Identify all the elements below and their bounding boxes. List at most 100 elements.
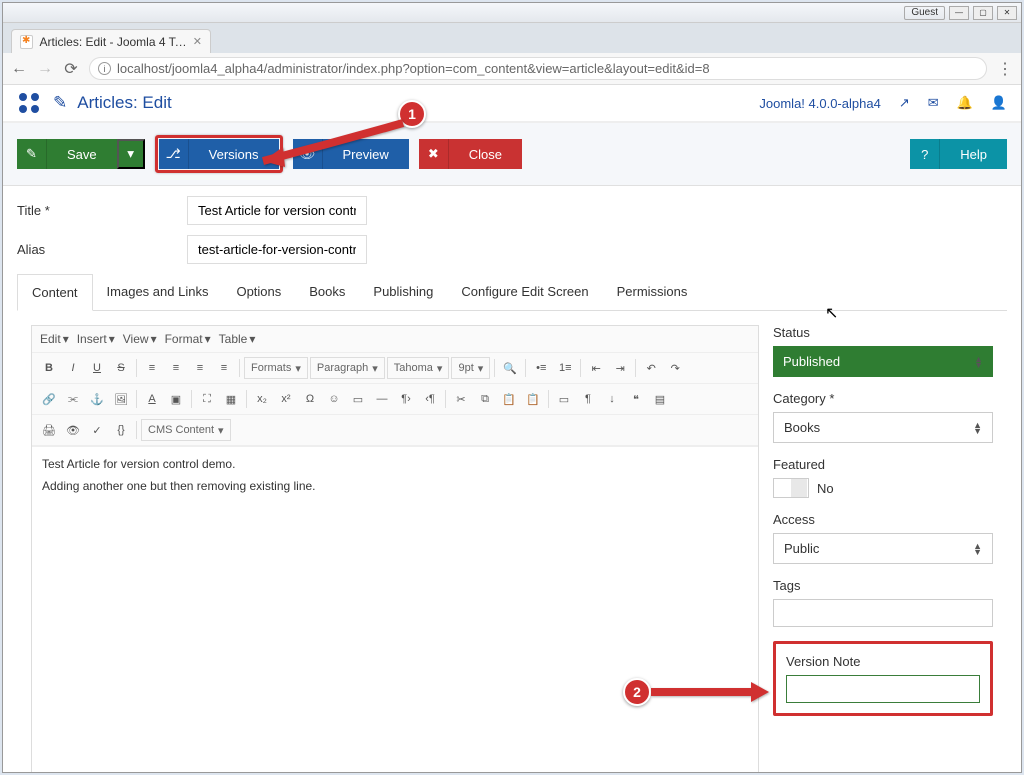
spell-icon[interactable]: ✓ [86, 419, 108, 441]
bold-icon[interactable]: B [38, 357, 60, 379]
align-justify-icon[interactable]: ≡ [213, 357, 235, 379]
close-icon: ✖ [419, 139, 449, 169]
table-icon[interactable]: ▦ [220, 388, 242, 410]
tab-books[interactable]: Books [295, 274, 359, 310]
hr-icon[interactable]: — [371, 388, 393, 410]
paste-icon[interactable]: 📋 [498, 388, 520, 410]
paragraph-select[interactable]: Paragraph ▾ [310, 357, 385, 379]
bullet-list-icon[interactable]: •≡ [530, 357, 552, 379]
external-link-icon[interactable]: ↗ [899, 95, 910, 111]
close-window-button[interactable]: ✕ [997, 6, 1017, 20]
save-button[interactable]: ✎ Save [17, 139, 117, 169]
align-right-icon[interactable]: ≡ [189, 357, 211, 379]
cms-content-select[interactable]: CMS Content ▾ [141, 419, 231, 441]
text-color-icon[interactable]: A [141, 388, 163, 410]
paste-text-icon[interactable]: 📋 [522, 388, 544, 410]
url-input[interactable]: i localhost/joomla4_alpha4/administrator… [89, 57, 987, 80]
editor-toolbar-3: 🖨 👁 ✓ {} CMS Content ▾ [32, 415, 758, 446]
help-label: Help [940, 147, 1007, 162]
show-blocks-icon[interactable]: ▭ [553, 388, 575, 410]
alias-input[interactable] [187, 235, 367, 264]
close-button[interactable]: ✖ Close [419, 139, 522, 169]
os-titlebar: Guest — ▢ ✕ [3, 3, 1021, 23]
quote-icon[interactable]: ❝ [625, 388, 647, 410]
tab-publishing[interactable]: Publishing [359, 274, 447, 310]
close-tab-icon[interactable]: ✕ [193, 35, 202, 48]
browser-tab[interactable]: Articles: Edit - Joomla 4 Te… ✕ [11, 29, 211, 53]
media-icon[interactable]: ▭ [347, 388, 369, 410]
copy-icon[interactable]: ⧉ [474, 388, 496, 410]
back-icon[interactable]: ← [11, 60, 27, 78]
undo-icon[interactable]: ↶ [640, 357, 662, 379]
save-dropdown-button[interactable]: ▾ [117, 139, 145, 169]
bg-color-icon[interactable]: ▣ [165, 388, 187, 410]
browser-tabstrip: Articles: Edit - Joomla 4 Te… ✕ [3, 23, 1021, 53]
menu-table[interactable]: Table ▾ [219, 332, 256, 346]
strike-icon[interactable]: S [110, 357, 132, 379]
print-icon[interactable]: 🖨 [38, 419, 60, 441]
subscript-icon[interactable]: x₂ [251, 388, 273, 410]
indent-icon[interactable]: ⇥ [609, 357, 631, 379]
menu-edit[interactable]: Edit ▾ [40, 332, 69, 346]
status-label: Status [773, 325, 993, 340]
category-select[interactable]: Books ▲▼ [773, 412, 993, 443]
arrow-1 [243, 113, 413, 166]
fontsize-select[interactable]: 9pt ▾ [451, 357, 490, 379]
minimize-window-button[interactable]: — [949, 6, 969, 20]
font-select[interactable]: Tahoma ▾ [387, 357, 450, 379]
image-icon[interactable]: 🖼 [110, 388, 132, 410]
pilcrow-icon[interactable]: ¶ [577, 388, 599, 410]
bell-icon[interactable]: 🔔 [957, 95, 973, 111]
link-icon[interactable]: 🔗 [38, 388, 60, 410]
redo-icon[interactable]: ↷ [664, 357, 686, 379]
sidebar: Status Published ▲▼ Category * Books ▲▼ [773, 325, 993, 772]
formats-select[interactable]: Formats ▾ [244, 357, 308, 379]
version-note-input[interactable] [786, 675, 980, 703]
down-icon[interactable]: ↓ [601, 388, 623, 410]
forward-icon[interactable]: → [37, 60, 53, 78]
underline-icon[interactable]: U [86, 357, 108, 379]
align-left-icon[interactable]: ≡ [141, 357, 163, 379]
access-select[interactable]: Public ▲▼ [773, 533, 993, 564]
preview-icon[interactable]: 👁 [62, 419, 84, 441]
menu-insert[interactable]: Insert ▾ [77, 332, 115, 346]
mail-icon[interactable]: ✉ [928, 95, 939, 111]
ltr-icon[interactable]: ¶› [395, 388, 417, 410]
rtl-icon[interactable]: ‹¶ [419, 388, 441, 410]
code-icon[interactable]: {} [110, 419, 132, 441]
tab-configure-edit[interactable]: Configure Edit Screen [447, 274, 602, 310]
user-icon[interactable]: 👤 [991, 95, 1007, 111]
maximize-window-button[interactable]: ▢ [973, 6, 993, 20]
fullscreen-icon[interactable]: ⛶ [196, 388, 218, 410]
tags-input[interactable] [773, 599, 993, 627]
help-button[interactable]: ? Help [910, 139, 1007, 169]
save-label: Save [47, 147, 117, 162]
tab-content[interactable]: Content [17, 274, 93, 311]
italic-icon[interactable]: I [62, 357, 84, 379]
status-select[interactable]: Published ▲▼ [773, 346, 993, 377]
superscript-icon[interactable]: x² [275, 388, 297, 410]
emoji-icon[interactable]: ☺ [323, 388, 345, 410]
joomla-version-link[interactable]: Joomla! 4.0.0-alpha4 [759, 96, 880, 111]
outdent-icon[interactable]: ⇤ [585, 357, 607, 379]
align-center-icon[interactable]: ≡ [165, 357, 187, 379]
editor-body[interactable]: Test Article for version control demo. A… [32, 446, 758, 772]
tab-options[interactable]: Options [222, 274, 295, 310]
tab-images-links[interactable]: Images and Links [93, 274, 223, 310]
menu-view[interactable]: View ▾ [123, 332, 157, 346]
anchor-icon[interactable]: ⚓ [86, 388, 108, 410]
unlink-icon[interactable]: ⫘ [62, 388, 84, 410]
template-icon[interactable]: ▤ [649, 388, 671, 410]
featured-toggle[interactable] [773, 478, 809, 498]
reload-icon[interactable]: ⟳ [63, 59, 79, 79]
number-list-icon[interactable]: 1≡ [554, 357, 576, 379]
browser-menu-icon[interactable]: ⋮ [997, 59, 1013, 79]
find-icon[interactable]: 🔍 [499, 357, 521, 379]
tab-permissions[interactable]: Permissions [603, 274, 702, 310]
select-arrows-icon: ▲▼ [974, 356, 983, 368]
menu-format[interactable]: Format ▾ [165, 332, 211, 346]
omega-icon[interactable]: Ω [299, 388, 321, 410]
title-input[interactable] [187, 196, 367, 225]
cut-icon[interactable]: ✂ [450, 388, 472, 410]
version-note-highlight: Version Note [773, 641, 993, 716]
